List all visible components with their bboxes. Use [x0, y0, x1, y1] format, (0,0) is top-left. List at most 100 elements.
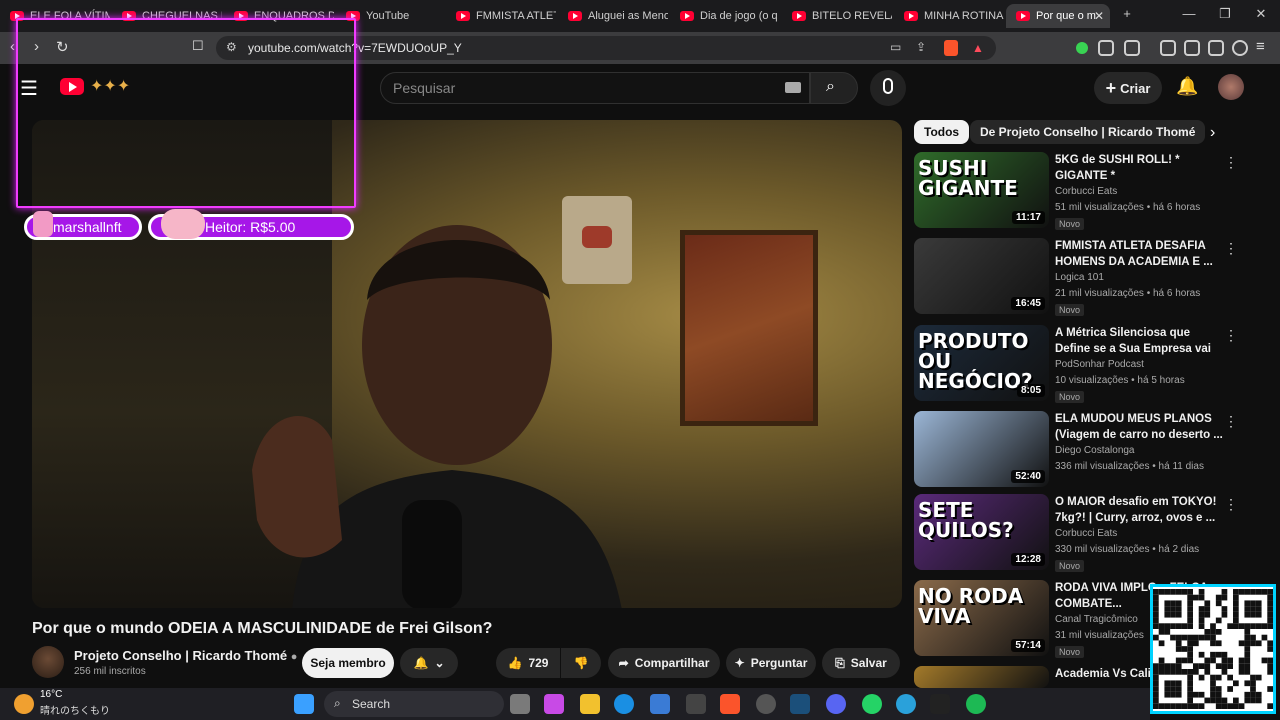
spotify-icon[interactable]	[966, 694, 986, 714]
recommendation-item[interactable]: 52:40 ELA MUDOU MEUS PLANOS (Viagem de ca…	[914, 411, 1254, 491]
back-icon[interactable]: ‹	[10, 38, 15, 55]
join-label: Seja membro	[310, 656, 386, 670]
windows-start-icon[interactable]	[294, 694, 314, 714]
app-icon[interactable]	[686, 694, 706, 714]
new-tab-icon[interactable]: +	[1112, 6, 1142, 21]
video-thumbnail[interactable]: SUSHI GIGANTE 11:17	[914, 152, 1049, 228]
edge-icon[interactable]	[614, 694, 634, 714]
browser-tab-active[interactable]: Por que o m ✕	[1006, 4, 1110, 28]
video-thumbnail[interactable]: NO RODA VIVA 57:14	[914, 580, 1049, 656]
recommendation-channel[interactable]: Canal Tragicômico	[1055, 614, 1138, 625]
video-thumbnail[interactable]: PRODUTO OU NEGÓCIO? 8:05	[914, 325, 1049, 401]
browser-tab[interactable]: Dia de jogo (o q	[670, 4, 780, 28]
chip-label: De Projeto Conselho | Ricardo Thomé	[980, 125, 1196, 139]
video-thumbnail[interactable]: 16:45	[914, 238, 1049, 314]
leo-ai-icon[interactable]	[1208, 40, 1224, 56]
more-options-icon[interactable]: ⋮	[1224, 496, 1238, 513]
share-icon[interactable]: ⇪	[916, 40, 926, 54]
menu-icon[interactable]: ≡	[1256, 38, 1265, 55]
cast-icon[interactable]: ▭	[890, 40, 901, 54]
recommendation-title[interactable]: A Métrica Silenciosa que Define se a Sua…	[1055, 325, 1223, 357]
create-button[interactable]: + Criar	[1094, 72, 1162, 104]
search-button[interactable]: ⌕	[810, 72, 858, 104]
browser-tab[interactable]: BITELO REVELA C	[782, 4, 892, 28]
recommendation-channel[interactable]: Diego Costalonga	[1055, 445, 1135, 456]
epic-games-icon[interactable]	[930, 694, 950, 714]
youtube-icon	[568, 11, 582, 21]
weather-icon[interactable]	[14, 694, 34, 714]
sidebar-icon[interactable]	[1160, 40, 1176, 56]
video-duration: 8:05	[1016, 384, 1045, 397]
file-explorer-icon[interactable]	[580, 694, 600, 714]
recommendation-channel[interactable]: Logica 101	[1055, 272, 1104, 283]
extensions-icon[interactable]	[1098, 40, 1114, 56]
new-badge: Novo	[1055, 391, 1085, 403]
brave-shields-icon[interactable]	[944, 40, 958, 56]
recommendation-title[interactable]: O MAIOR desafio em TOKYO! 7kg?! | Curry,…	[1055, 494, 1223, 526]
chip-channel[interactable]: De Projeto Conselho | Ricardo Thomé	[970, 120, 1206, 144]
search-input[interactable]: Pesquisar	[380, 72, 810, 104]
brave-icon[interactable]	[720, 694, 740, 714]
recommendation-channel[interactable]: Corbucci Eats	[1055, 528, 1117, 539]
new-badge: Novo	[1055, 218, 1085, 230]
more-options-icon[interactable]: ⋮	[1224, 154, 1238, 171]
browser-tab[interactable]: FMMISTA ATLETA	[446, 4, 556, 28]
join-button[interactable]: Seja membro	[302, 648, 394, 678]
minimize-icon[interactable]: —	[1174, 6, 1204, 21]
user-avatar[interactable]	[1218, 74, 1244, 100]
store-icon[interactable]	[650, 694, 670, 714]
like-button[interactable]: 👍 729	[496, 648, 560, 678]
channel-avatar[interactable]	[32, 646, 64, 678]
obs-icon[interactable]	[756, 694, 776, 714]
video-duration: 57:14	[1011, 639, 1045, 652]
video-thumbnail[interactable]	[914, 666, 1049, 688]
recommendation-item[interactable]: PRODUTO OU NEGÓCIO? 8:05 A Métrica Silenci…	[914, 325, 1254, 405]
task-view-icon[interactable]	[510, 694, 530, 714]
wallet-icon[interactable]	[1124, 40, 1140, 56]
more-options-icon[interactable]: ⋮	[1224, 413, 1238, 430]
vpn-icon[interactable]	[1232, 40, 1248, 56]
recommendation-item[interactable]: SUSHI GIGANTE 11:17 5KG de SUSHI ROLL! * G…	[914, 152, 1254, 232]
taskbar-search[interactable]: ⌕ Search	[324, 691, 504, 717]
dislike-button[interactable]: 👎	[561, 648, 601, 678]
discord-icon[interactable]	[826, 694, 846, 714]
channel-name[interactable]: Projeto Conselho | Ricardo Thomé ●	[74, 648, 297, 663]
recommendation-item[interactable]: 16:45 FMMISTA ATLETA DESAFIA HOMENS DA AC…	[914, 238, 1254, 318]
more-options-icon[interactable]: ⋮	[1224, 327, 1238, 344]
save-button[interactable]: ⎘ Salvar	[822, 648, 900, 678]
voice-search-button[interactable]	[870, 70, 906, 106]
recommendation-channel[interactable]: PodSonhar Podcast	[1055, 359, 1144, 370]
youtube-icon	[680, 11, 694, 21]
tab-label: Por que o m	[1036, 10, 1096, 22]
telegram-icon[interactable]	[896, 694, 916, 714]
reading-list-icon[interactable]	[1184, 40, 1200, 56]
brave-rewards-icon[interactable]: ▲	[972, 41, 984, 55]
notifications-bell-icon[interactable]: 🔔	[1176, 76, 1198, 97]
recommendation-channel[interactable]: Corbucci Eats	[1055, 186, 1117, 197]
video-thumbnail[interactable]: SETE QUILOS? 12:28	[914, 494, 1049, 570]
close-window-icon[interactable]: ✕	[1246, 6, 1276, 22]
share-button[interactable]: ➦ Compartilhar	[608, 648, 720, 678]
copilot-icon[interactable]	[544, 694, 564, 714]
close-tab-icon[interactable]: ✕	[1094, 9, 1104, 23]
search-icon: ⌕	[826, 78, 835, 95]
recommendation-title[interactable]: FMMISTA ATLETA DESAFIA HOMENS DA ACADEMI…	[1055, 238, 1223, 270]
keyboard-icon[interactable]	[785, 82, 801, 93]
video-duration: 52:40	[1011, 470, 1045, 483]
recommendation-title[interactable]: ELA MUDOU MEUS PLANOS (Viagem de carro n…	[1055, 411, 1223, 443]
browser-tab[interactable]: Aluguei as Meno	[558, 4, 668, 28]
subscription-bell-button[interactable]: 🔔 ⌄	[400, 648, 458, 678]
browser-tab[interactable]: MINHA ROTINA	[894, 4, 1004, 28]
recommendation-title[interactable]: 5KG de SUSHI ROLL! * GIGANTE *	[1055, 152, 1223, 184]
whatsapp-icon[interactable]	[862, 694, 882, 714]
chevron-right-icon[interactable]: ›	[1210, 124, 1215, 142]
steam-icon[interactable]	[790, 694, 810, 714]
recommendation-item[interactable]: SETE QUILOS? 12:28 O MAIOR desafio em TOKY…	[914, 494, 1254, 574]
maximize-icon[interactable]: ❐	[1210, 6, 1240, 22]
extension-status-icon[interactable]	[1076, 42, 1088, 54]
more-options-icon[interactable]: ⋮	[1224, 240, 1238, 257]
windows-taskbar: 16°C 晴れのちくもり ⌕ Search	[0, 688, 1150, 720]
chip-all[interactable]: Todos	[914, 120, 970, 144]
ask-button[interactable]: ✦ Perguntar	[726, 648, 816, 678]
video-thumbnail[interactable]: 52:40	[914, 411, 1049, 487]
